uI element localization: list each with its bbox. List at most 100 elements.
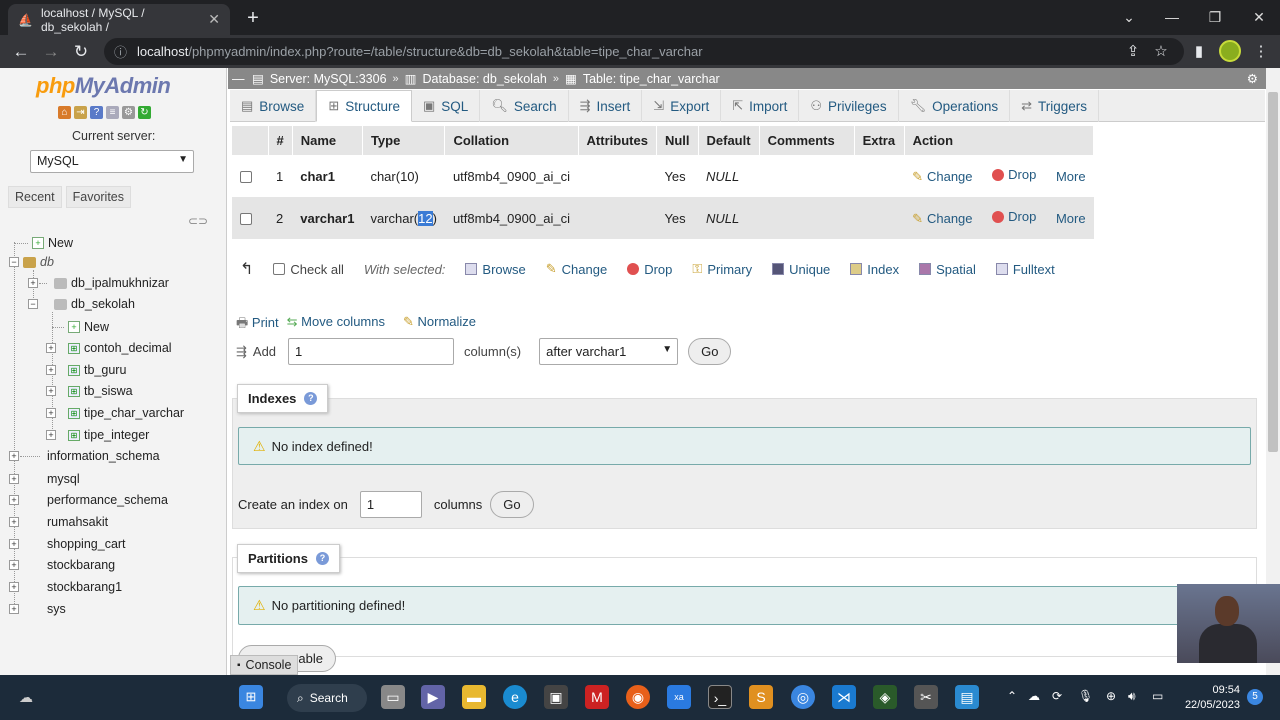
- breadcrumb-server[interactable]: Server: MySQL:3306: [270, 72, 387, 86]
- breadcrumb-table[interactable]: Table: tipe_char_varchar: [583, 72, 720, 86]
- back-icon[interactable]: ←: [8, 39, 34, 65]
- tree-db-shopping-cart[interactable]: + shopping_cart: [9, 537, 126, 551]
- tree-table-tb-guru[interactable]: + ⊞ tb_guru: [46, 363, 126, 377]
- index-columns-input[interactable]: 1: [359, 491, 422, 518]
- tab-export[interactable]: ⇲ Export: [642, 90, 722, 122]
- query-window-icon[interactable]: ?: [90, 106, 103, 119]
- battery-icon[interactable]: ▭: [1152, 689, 1163, 703]
- teams-icon[interactable]: ▶: [421, 685, 445, 709]
- tree-db-rumahsakit[interactable]: + rumahsakit: [9, 515, 108, 529]
- tab-operations[interactable]: 🔧︎ Operations: [899, 90, 1011, 122]
- link-with-main-icon[interactable]: ⊂⊃: [188, 214, 208, 228]
- clock[interactable]: 09:54 22/05/2023: [1180, 683, 1240, 713]
- file-explorer-icon[interactable]: ▬: [462, 685, 486, 709]
- docs-icon[interactable]: ≡: [106, 106, 119, 119]
- weather-tray-icon[interactable]: ☁: [1028, 689, 1040, 703]
- tab-triggers[interactable]: ⇄ Triggers: [1010, 90, 1100, 122]
- reload-nav-icon[interactable]: ↻: [138, 106, 151, 119]
- globe-icon[interactable]: ⊕: [1106, 689, 1116, 703]
- vscode-icon[interactable]: ⋊: [832, 685, 856, 709]
- snipping-icon[interactable]: ✂: [914, 685, 938, 709]
- tree-table-tb-siswa[interactable]: + ⊞ tb_siswa: [46, 384, 133, 398]
- chrome-icon[interactable]: ◎: [791, 685, 815, 709]
- tab-structure[interactable]: ⊞ Structure: [316, 90, 412, 122]
- settings-icon[interactable]: ⚙: [122, 106, 135, 119]
- row-checkbox[interactable]: [240, 171, 252, 184]
- phpmyadmin-logo[interactable]: phpMyAdmin: [36, 73, 171, 99]
- tree-table-tipe-integer[interactable]: + ⊞ tipe_integer: [46, 428, 149, 442]
- normalize-link[interactable]: ✎ Normalize: [403, 314, 476, 336]
- tree-db-sys[interactable]: + sys: [9, 602, 66, 616]
- sync-icon[interactable]: ⟳: [1052, 689, 1062, 703]
- sublime-icon[interactable]: S: [749, 685, 773, 709]
- server-select[interactable]: MySQL ▼: [30, 150, 194, 173]
- mcafee-icon[interactable]: M: [585, 685, 609, 709]
- tree-group-db[interactable]: − db: [9, 255, 54, 269]
- help-icon[interactable]: ?: [304, 392, 318, 405]
- bulk-drop-button[interactable]: Drop: [627, 262, 672, 277]
- tree-db-stockbarang[interactable]: + stockbarang: [9, 558, 115, 572]
- bulk-spatial-button[interactable]: Spatial: [919, 262, 976, 277]
- app-icon[interactable]: ◈: [873, 685, 897, 709]
- terminal-icon[interactable]: ›_: [708, 685, 732, 709]
- exit-icon[interactable]: ⇥: [74, 106, 87, 119]
- task-view-icon[interactable]: ▭: [381, 685, 405, 709]
- close-tab-icon[interactable]: ✕: [208, 11, 220, 28]
- profile-avatar[interactable]: [1219, 40, 1241, 62]
- console-toggle[interactable]: ▪ Console: [230, 655, 299, 675]
- tab-insert[interactable]: ⇶ Insert: [569, 90, 643, 122]
- tab-search-icon[interactable]: ⌄: [1114, 5, 1144, 29]
- tree-db-stockbarang1[interactable]: + stockbarang1: [9, 580, 122, 594]
- firefox-icon[interactable]: ◉: [626, 685, 650, 709]
- minimize-button[interactable]: —: [1157, 5, 1187, 29]
- tab-sql[interactable]: ▣ SQL: [412, 90, 481, 122]
- tree-db-mysql[interactable]: + mysql: [9, 472, 80, 486]
- volume-icon[interactable]: 🔊︎: [1128, 689, 1136, 704]
- help-icon[interactable]: ?: [315, 552, 329, 565]
- column-name[interactable]: varchar1: [292, 197, 363, 239]
- add-position-select[interactable]: after varchar1 ▼: [539, 338, 679, 365]
- bulk-browse-button[interactable]: Browse: [465, 262, 526, 277]
- tab-search[interactable]: 🔍︎ Search: [480, 90, 569, 122]
- bulk-unique-button[interactable]: Unique: [772, 262, 830, 277]
- tab-import[interactable]: ⇱ Import: [721, 90, 800, 122]
- tree-new-database[interactable]: + New: [14, 236, 73, 250]
- bulk-index-button[interactable]: Index: [850, 262, 899, 277]
- notepad-icon[interactable]: ▤: [955, 685, 979, 709]
- scrollbar-thumb[interactable]: [1268, 92, 1278, 452]
- home-icon[interactable]: ⌂: [58, 106, 71, 119]
- bulk-fulltext-button[interactable]: Fulltext: [995, 262, 1055, 277]
- drop-button[interactable]: Drop: [992, 167, 1036, 182]
- drop-button[interactable]: Drop: [992, 209, 1036, 224]
- start-icon[interactable]: ⊞: [239, 685, 263, 709]
- tab-privileges[interactable]: ⚇ Privileges: [799, 90, 899, 122]
- tree-db-ipalmukhnizar[interactable]: + db_ipalmukhnizar: [28, 276, 169, 290]
- create-index-go-button[interactable]: Go: [490, 491, 534, 518]
- recent-tab[interactable]: Recent: [8, 186, 62, 208]
- widgets-icon[interactable]: ☁: [14, 685, 38, 709]
- add-count-input[interactable]: 1: [288, 338, 455, 365]
- reload-icon[interactable]: ↻: [68, 39, 94, 65]
- bookmark-star-icon[interactable]: ☆: [1150, 41, 1172, 63]
- tree-db-information-schema[interactable]: + information_schema: [9, 449, 160, 463]
- store-icon[interactable]: ▣: [544, 685, 568, 709]
- print-link[interactable]: 🖶︎ Print: [236, 314, 279, 336]
- browser-tab[interactable]: ⛵ localhost / MySQL / db_sekolah / ✕: [8, 4, 230, 35]
- edge-icon[interactable]: e: [503, 685, 527, 709]
- tree-table-tipe-char-varchar[interactable]: + ⊞ tipe_char_varchar: [46, 406, 184, 420]
- move-columns-link[interactable]: ⇆ Move columns: [287, 314, 385, 336]
- tree-db-performance-schema[interactable]: + performance_schema: [9, 493, 168, 507]
- share-icon[interactable]: ⇪: [1122, 41, 1144, 63]
- row-checkbox[interactable]: [240, 213, 252, 226]
- breadcrumb-database[interactable]: Database: db_sekolah: [422, 72, 546, 86]
- notification-badge[interactable]: 5: [1247, 689, 1263, 705]
- menu-icon[interactable]: ⋮: [1250, 41, 1272, 63]
- address-bar[interactable]: ⓘ localhost/phpmyadmin/index.php?route=/…: [104, 38, 1184, 65]
- new-tab-button[interactable]: +: [240, 6, 266, 32]
- more-button[interactable]: More: [1056, 211, 1086, 226]
- tree-table-contoh-decimal[interactable]: + ⊞ contoh_decimal: [46, 341, 172, 355]
- forward-icon[interactable]: →: [38, 39, 64, 65]
- side-panel-icon[interactable]: ▮: [1188, 41, 1210, 63]
- close-window-button[interactable]: ✕: [1244, 5, 1274, 29]
- column-name[interactable]: char1: [292, 155, 363, 197]
